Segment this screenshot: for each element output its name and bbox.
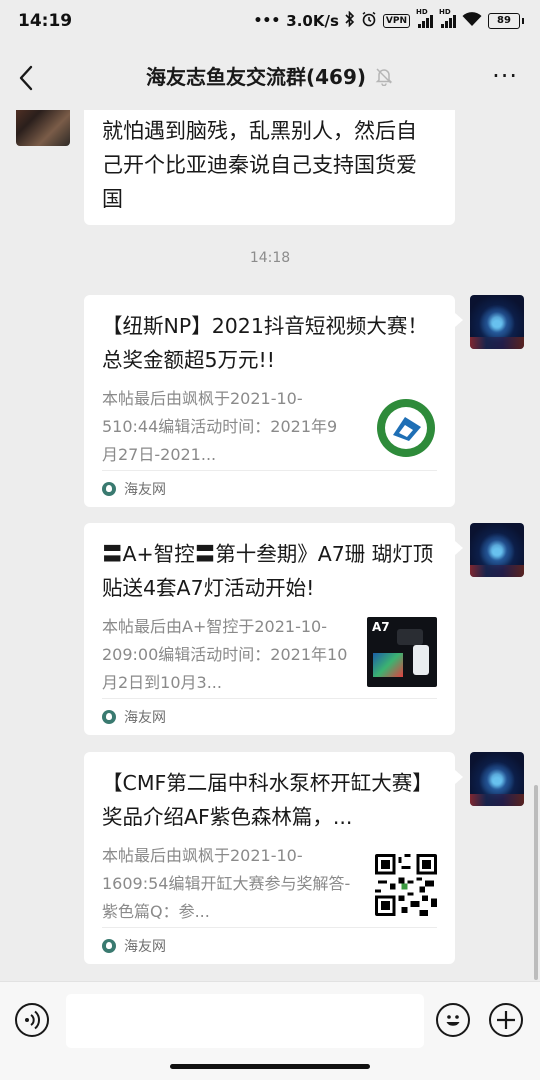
- wifi-icon: [462, 11, 482, 31]
- link-card[interactable]: 【CMF第二届中科水泵杯开缸大赛】奖品介绍AF紫色森林篇，... 本帖最后由飒枫…: [84, 752, 463, 964]
- more-options-button[interactable]: ···: [492, 64, 518, 88]
- source-logo-icon: [102, 710, 116, 724]
- home-indicator[interactable]: [170, 1064, 370, 1069]
- chevron-left-icon: [19, 65, 33, 91]
- scrollbar[interactable]: [534, 785, 538, 980]
- card-title: 【纽斯NP】2021抖音短视频大赛！总奖金额超5万元!!: [102, 314, 428, 372]
- title-area[interactable]: 海友志鱼友交流群(469): [60, 61, 480, 90]
- source-logo-icon: [102, 482, 116, 496]
- card-source: 海友网: [102, 927, 437, 964]
- card-source: 海友网: [102, 698, 437, 735]
- message-list[interactable]: 就怕遇到脑残，乱黑别人，然后自己开个比亚迪秦说自己支持国货爱国 14:18 【纽…: [0, 110, 540, 980]
- source-name: 海友网: [124, 939, 166, 955]
- product-photo: A7: [367, 617, 437, 687]
- status-icons: ••• 3.0K/s VPN HD HD 89: [253, 8, 524, 31]
- signal-icon-1: HD: [416, 8, 433, 28]
- avatar[interactable]: [470, 295, 524, 349]
- status-time: 14:19: [18, 11, 73, 31]
- status-bar: 14:19 ••• 3.0K/s VPN HD HD 89: [0, 0, 540, 46]
- source-name: 海友网: [124, 710, 166, 726]
- dots-icon: •••: [253, 13, 281, 29]
- qr-code-icon: [375, 854, 437, 916]
- card-description: 本帖最后由飒枫于2021-10-1609:54编辑开缸大赛参与奖解答-紫色篇Q：…: [102, 846, 351, 921]
- network-speed: 3.0K/s: [286, 12, 339, 30]
- smile-icon: [446, 1015, 460, 1026]
- chat-header: 海友志鱼友交流群(469) ···: [0, 46, 540, 110]
- source-name: 海友网: [124, 482, 166, 498]
- logo-badge-icon: [375, 397, 437, 459]
- link-card[interactable]: 〓A+智控〓第十叁期》A7珊 瑚灯顶贴送4套A7灯活动开始! 本帖最后由A+智控…: [84, 523, 463, 735]
- signal-icon-2: HD: [439, 8, 456, 28]
- card-title: 【CMF第二届中科水泵杯开缸大赛】奖品介绍AF紫色森林篇，...: [102, 771, 433, 829]
- emoji-button[interactable]: [436, 1003, 470, 1037]
- link-card[interactable]: 【纽斯NP】2021抖音短视频大赛！总奖金额超5万元!! 本帖最后由飒枫于202…: [84, 295, 463, 507]
- chat-title: 海友志鱼友交流群(469): [145, 65, 367, 89]
- avatar[interactable]: [16, 110, 70, 146]
- voice-icon: [25, 1010, 41, 1030]
- voice-button[interactable]: [15, 1003, 49, 1037]
- message-timestamp: 14:18: [249, 250, 291, 266]
- mute-bell-icon: [375, 67, 393, 86]
- source-logo-icon: [102, 939, 116, 953]
- bluetooth-icon: [345, 10, 355, 31]
- card-source: 海友网: [102, 470, 437, 507]
- alarm-icon: [361, 11, 377, 31]
- battery-icon: 89: [488, 13, 524, 29]
- plus-icon: [497, 1011, 515, 1029]
- card-title: 〓A+智控〓第十叁期》A7珊 瑚灯顶贴送4套A7灯活动开始!: [102, 542, 434, 600]
- avatar[interactable]: [470, 752, 524, 806]
- back-button[interactable]: [14, 60, 44, 96]
- card-description: 本帖最后由A+智控于2021-10-209:00编辑活动时间：2021年10月2…: [102, 617, 348, 692]
- message-input[interactable]: [66, 994, 424, 1048]
- avatar[interactable]: [470, 523, 524, 577]
- input-bar: [0, 981, 540, 1080]
- message-text[interactable]: 就怕遇到脑残，乱黑别人，然后自己开个比亚迪秦说自己支持国货爱国: [84, 110, 455, 225]
- card-description: 本帖最后由飒枫于2021-10-510:44编辑活动时间：2021年9月27日-…: [102, 389, 338, 464]
- vpn-badge: VPN: [382, 14, 410, 28]
- plus-button[interactable]: [489, 1003, 523, 1037]
